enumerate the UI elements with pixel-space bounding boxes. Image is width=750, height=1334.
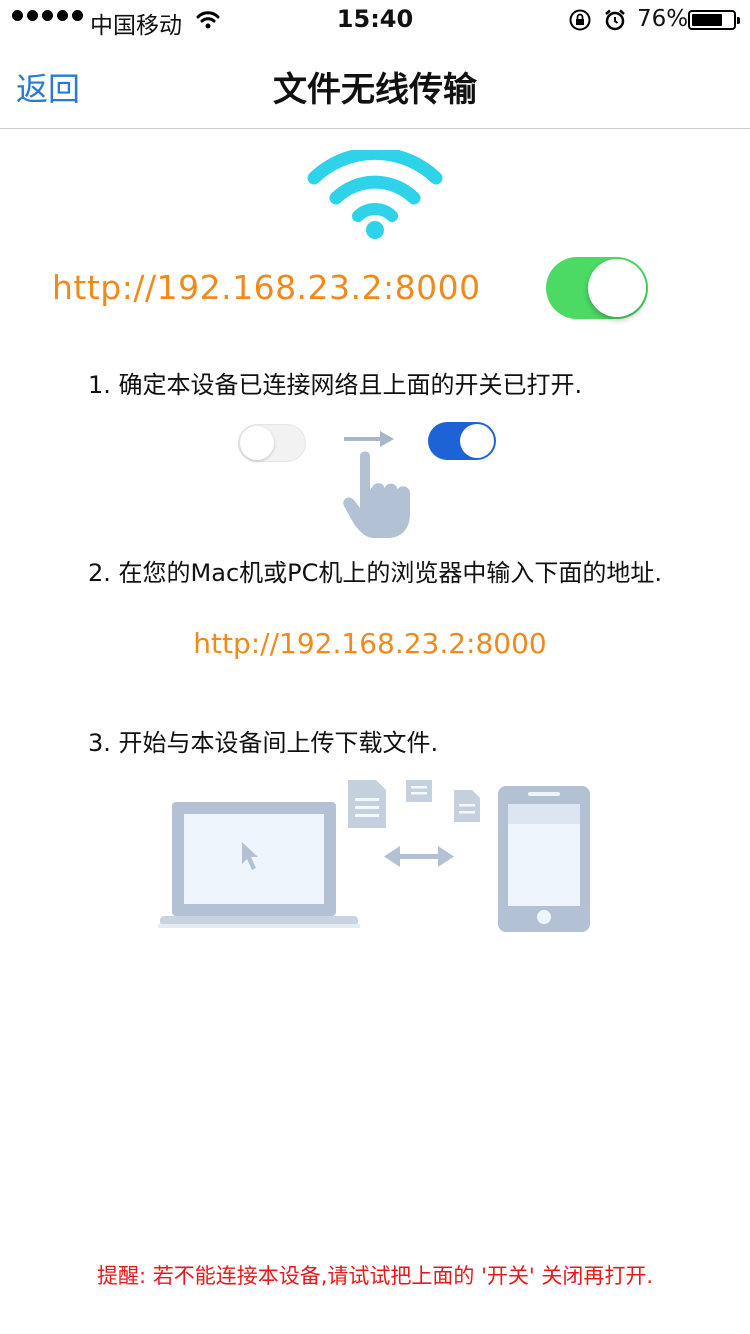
nav-bar: 返回 文件无线传输	[0, 40, 750, 129]
wifi-icon	[304, 146, 446, 246]
double-arrow-icon	[384, 846, 454, 867]
page-title: 文件无线传输	[273, 70, 477, 110]
step-2-url: http://192.168.23.2:8000	[193, 627, 547, 660]
wifi-transfer-switch[interactable]	[546, 257, 648, 319]
battery-icon	[688, 10, 740, 30]
status-bar: 中国移动 15:40 76%	[0, 0, 750, 40]
transfer-illustration	[158, 780, 594, 940]
battery-percent: 76%	[637, 6, 689, 32]
laptop-icon	[158, 802, 360, 928]
toggle-off-illustration	[238, 424, 306, 462]
tip-text: 提醒: 若不能连接本设备,请试试把上面的 '开关' 关闭再打开.	[97, 1264, 653, 1288]
alarm-icon	[603, 8, 627, 38]
rotation-lock-icon	[568, 8, 592, 38]
step-3-text: 3. 开始与本设备间上传下载文件.	[88, 729, 439, 757]
document-icon	[348, 780, 480, 828]
server-url: http://192.168.23.2:8000	[52, 268, 481, 307]
phone-icon	[498, 786, 590, 932]
hand-tap-icon	[340, 448, 420, 544]
toggle-on-illustration	[428, 422, 496, 460]
step-1-text: 1. 确定本设备已连接网络且上面的开关已打开.	[88, 371, 583, 399]
step-2-text: 2. 在您的Mac机或PC机上的浏览器中输入下面的地址.	[88, 559, 662, 587]
